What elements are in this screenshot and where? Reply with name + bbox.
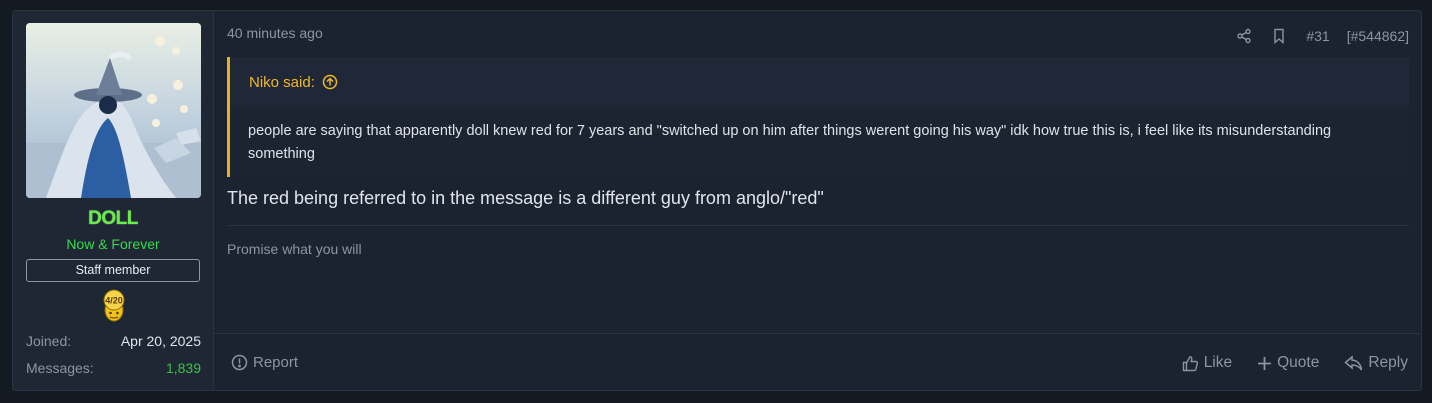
username[interactable]: DOLL (13, 208, 213, 230)
arrow-up-circle-icon[interactable] (322, 74, 338, 90)
report-button[interactable]: Report (231, 354, 298, 371)
trophy-text: 4/20 (105, 296, 123, 306)
avatar[interactable] (26, 23, 201, 198)
post-number-link[interactable]: #31 (1306, 28, 1329, 44)
post-timestamp[interactable]: 40 minutes ago (227, 25, 323, 41)
user-info-panel: DOLL Now & Forever Staff member 4/20 Joi… (13, 11, 214, 390)
signature-divider (227, 225, 1409, 226)
quote-text: people are saying that apparently doll k… (230, 107, 1409, 177)
bookmark-icon[interactable] (1271, 28, 1287, 45)
plus-icon (1258, 356, 1272, 370)
quote-author[interactable]: Niko said: (249, 74, 315, 91)
stat-value[interactable]: 1,839 (166, 358, 201, 385)
quote-label: Quote (1277, 354, 1320, 371)
reply-label: Reply (1368, 354, 1408, 371)
stat-value: Apr 20, 2025 (120, 333, 201, 349)
thumbs-up-icon (1182, 355, 1198, 371)
reply-button[interactable]: Reply (1344, 354, 1408, 372)
post-footer: Report Like Quote Reply (214, 333, 1421, 390)
user-stats: Joined: Apr 20, 2025 Messages: 1,839 (26, 331, 201, 385)
quote-button[interactable]: Quote (1257, 354, 1319, 372)
trophy-icon[interactable]: 4/20 (98, 289, 130, 323)
like-label: Like (1203, 354, 1233, 371)
quote-header[interactable]: Niko said: (230, 57, 1409, 107)
post-tools: #31 [#544862] (1220, 28, 1409, 45)
share-icon[interactable] (1236, 28, 1252, 44)
reply-icon (1344, 354, 1363, 370)
alert-circle-icon (231, 354, 248, 371)
report-label: Report (253, 354, 299, 371)
signature: Promise what you will (227, 241, 362, 257)
staff-badge: Staff member (26, 259, 200, 282)
post-content: 40 minutes ago #31 [#544862] Niko said: (214, 11, 1421, 390)
forum-post: DOLL Now & Forever Staff member 4/20 Joi… (12, 10, 1422, 391)
stat-messages: Messages: 1,839 (26, 358, 201, 385)
quote-block: Niko said: people are saying that appare… (227, 57, 1409, 177)
post-message: The red being referred to in the message… (227, 188, 824, 208)
like-button[interactable]: Like (1182, 354, 1232, 372)
user-title: Now & Forever (66, 236, 160, 252)
post-actions: Like Quote Reply (1157, 354, 1408, 372)
stat-joined: Joined: Apr 20, 2025 (26, 331, 201, 358)
post-id-link[interactable]: [#544862] (1347, 28, 1409, 44)
stat-label: Joined: (26, 333, 72, 349)
stat-label: Messages: (26, 360, 94, 376)
